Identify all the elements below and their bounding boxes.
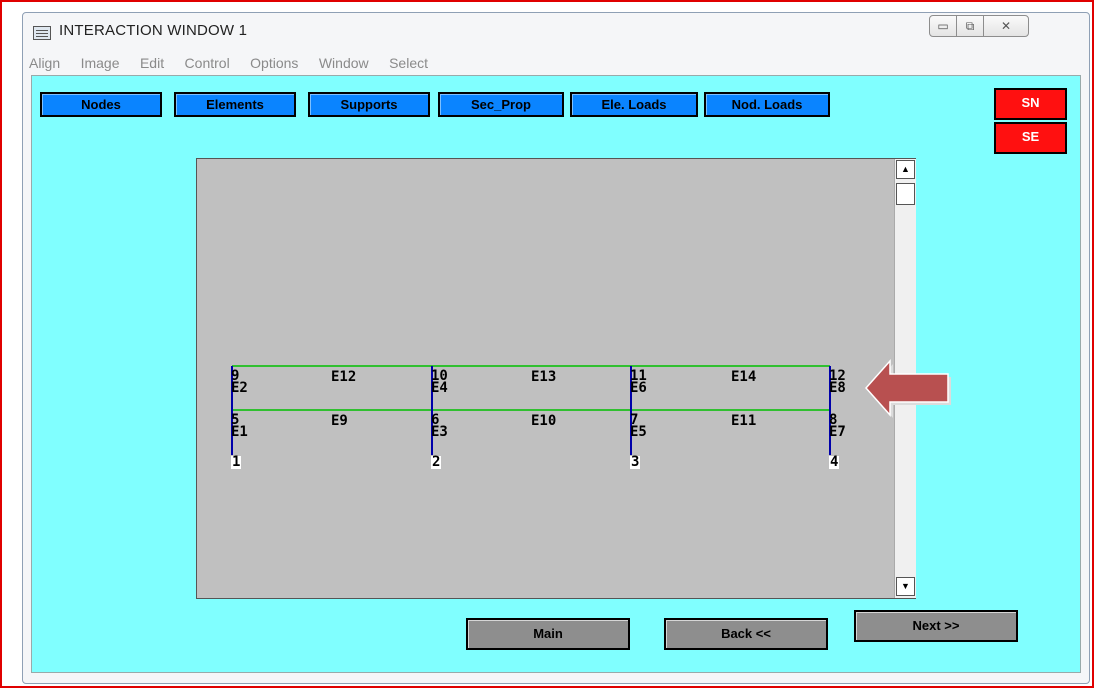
ele-loads-button[interactable]: Ele. Loads [570, 92, 698, 117]
node-label-1: 1 [231, 454, 242, 470]
client-area: Nodes Elements Supports Sec_Prop Ele. Lo… [31, 75, 1081, 673]
element-label-e5: E5 [630, 424, 647, 440]
main-button[interactable]: Main [466, 618, 630, 650]
interaction-window: INTERACTION WINDOW 1 ▭ ⧉ ✕ Align Image E… [22, 12, 1090, 684]
close-button[interactable]: ✕ [983, 15, 1029, 37]
callout-arrow-icon [864, 359, 951, 418]
element-label-e12: E12 [331, 369, 357, 385]
element-label-e6: E6 [630, 380, 647, 396]
se-button[interactable]: SE [994, 122, 1067, 154]
nod-loads-button[interactable]: Nod. Loads [704, 92, 830, 117]
minimize-button[interactable]: ▭ [929, 15, 957, 37]
menu-options[interactable]: Options [250, 51, 298, 75]
element-label-e4: E4 [431, 380, 448, 396]
element-label-e14: E14 [731, 369, 757, 385]
menu-bar: Align Image Edit Control Options Window … [29, 51, 444, 75]
menu-select[interactable]: Select [389, 51, 428, 75]
title-bar[interactable]: INTERACTION WINDOW 1 ▭ ⧉ ✕ [23, 13, 1089, 49]
maximize-button[interactable]: ⧉ [956, 15, 984, 37]
menu-edit[interactable]: Edit [140, 51, 164, 75]
menu-image[interactable]: Image [81, 51, 120, 75]
back-button[interactable]: Back << [664, 618, 828, 650]
supports-button[interactable]: Supports [308, 92, 430, 117]
node-label-2: 2 [431, 454, 442, 470]
sec-prop-button[interactable]: Sec_Prop [438, 92, 564, 117]
node-label-3: 3 [630, 454, 641, 470]
menu-control[interactable]: Control [185, 51, 230, 75]
element-label-e11: E11 [731, 413, 757, 429]
element-label-e13: E13 [531, 369, 557, 385]
menu-align[interactable]: Align [29, 51, 60, 75]
element-label-e10: E10 [531, 413, 557, 429]
model-canvas[interactable]: 9 E2 10 E4 11 E6 12 E8 E12 E13 E14 5 E1 … [196, 158, 916, 599]
menu-window[interactable]: Window [319, 51, 369, 75]
next-button[interactable]: Next >> [854, 610, 1018, 642]
window-title: INTERACTION WINDOW 1 [59, 22, 248, 39]
element-label-e2: E2 [231, 380, 248, 396]
element-label-e3: E3 [431, 424, 448, 440]
elements-button[interactable]: Elements [174, 92, 296, 117]
nodes-button[interactable]: Nodes [40, 92, 162, 117]
element-label-e9: E9 [331, 413, 348, 429]
scroll-thumb[interactable] [896, 183, 915, 205]
node-label-4: 4 [829, 454, 840, 470]
element-label-e1: E1 [231, 424, 248, 440]
element-label-e7: E7 [829, 424, 846, 440]
sn-button[interactable]: SN [994, 88, 1067, 120]
window-app-icon[interactable] [33, 26, 51, 40]
scroll-down-icon[interactable]: ▼ [896, 577, 915, 596]
scroll-up-icon[interactable]: ▲ [896, 160, 915, 179]
element-label-e8: E8 [829, 380, 846, 396]
